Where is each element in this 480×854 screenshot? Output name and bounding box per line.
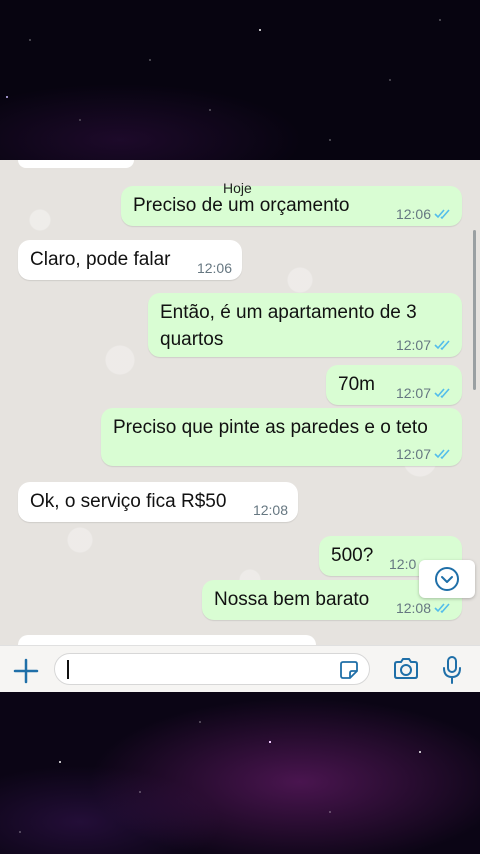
microphone-icon[interactable] bbox=[442, 655, 462, 685]
chat-area[interactable]: Hoje Preciso de um orçamento 12:06 Claro… bbox=[0, 160, 480, 645]
message-text: Preciso que pinte as paredes e o teto bbox=[113, 417, 428, 438]
message-meta: 12:07 bbox=[396, 338, 452, 352]
outgoing-message[interactable]: Preciso que pinte as paredes e o teto 12… bbox=[101, 408, 462, 466]
scrollbar-thumb[interactable] bbox=[473, 230, 476, 390]
message-time: 12:07 bbox=[395, 446, 431, 462]
message-meta: 12:08 bbox=[253, 503, 288, 517]
partial-message-top bbox=[18, 160, 134, 168]
message-time: 12:08 bbox=[395, 600, 431, 616]
message-meta: 12:07 bbox=[396, 386, 452, 400]
message-meta: 12:0 bbox=[389, 557, 416, 571]
message-meta: 12:07 bbox=[396, 447, 452, 461]
camera-icon[interactable] bbox=[392, 657, 420, 681]
message-meta: 12:06 bbox=[197, 261, 232, 275]
message-text: Ok, o serviço fica R$50 bbox=[30, 491, 227, 512]
read-ticks-icon bbox=[434, 449, 450, 460]
outgoing-message[interactable]: Preciso de um orçamento 12:06 bbox=[121, 186, 462, 226]
partial-message-bottom bbox=[18, 635, 316, 645]
message-time: 12:0 bbox=[389, 556, 417, 572]
message-time: 12:06 bbox=[196, 260, 232, 276]
background-space-bottom bbox=[0, 692, 480, 854]
plus-icon[interactable] bbox=[12, 657, 40, 685]
text-caret bbox=[67, 660, 69, 679]
read-ticks-icon bbox=[434, 340, 450, 351]
message-meta: 12:08 bbox=[396, 601, 452, 615]
message-time: 12:07 bbox=[395, 385, 431, 401]
read-ticks-icon bbox=[434, 209, 450, 220]
message-text: Então, é um apartamento de 3 quartos bbox=[160, 302, 417, 350]
read-ticks-icon bbox=[434, 388, 450, 399]
background-space-top bbox=[0, 0, 480, 160]
outgoing-message[interactable]: 70m 12:07 bbox=[326, 365, 462, 405]
date-chip: Hoje bbox=[223, 180, 252, 196]
message-composer bbox=[0, 645, 480, 693]
incoming-message[interactable]: Ok, o serviço fica R$50 12:08 bbox=[18, 482, 298, 522]
message-input[interactable] bbox=[54, 653, 370, 685]
message-time: 12:07 bbox=[395, 337, 431, 353]
outgoing-message[interactable]: Então, é um apartamento de 3 quartos 12:… bbox=[148, 293, 462, 357]
chevron-down-icon bbox=[435, 567, 459, 591]
sticker-icon[interactable] bbox=[339, 660, 359, 680]
read-ticks-icon bbox=[434, 603, 450, 614]
incoming-message[interactable]: Claro, pode falar 12:06 bbox=[18, 240, 242, 280]
message-time: 12:08 bbox=[252, 502, 288, 518]
scroll-to-bottom-button[interactable] bbox=[419, 560, 475, 598]
message-meta: 12:06 bbox=[396, 207, 452, 221]
message-time: 12:06 bbox=[395, 206, 431, 222]
